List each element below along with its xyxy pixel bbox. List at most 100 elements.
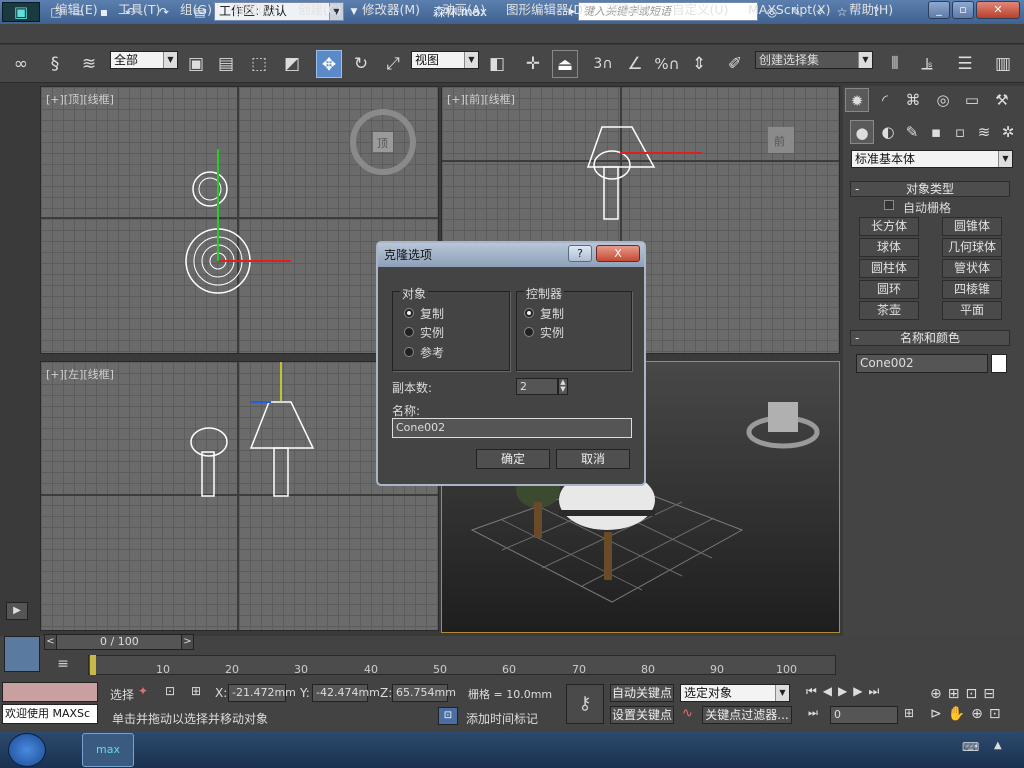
start-button[interactable] bbox=[8, 733, 46, 767]
key-mode-toggle-icon[interactable]: ⏭ bbox=[808, 706, 826, 724]
key-mode-select[interactable]: 选定对象 ▼ bbox=[680, 684, 790, 702]
helpers-icon[interactable]: ▫ bbox=[948, 120, 972, 144]
keyboard-icon[interactable]: ⌨ bbox=[962, 740, 980, 756]
align-icon[interactable]: ⫡ bbox=[914, 50, 940, 78]
play-right-icon[interactable]: ▶ bbox=[6, 602, 28, 620]
menu-animation[interactable]: 动画(A) bbox=[442, 2, 485, 18]
search-input[interactable]: 键入关键字或短语 bbox=[578, 2, 758, 21]
minimize-button[interactable]: _ bbox=[928, 1, 950, 19]
controller-copy-radio[interactable] bbox=[524, 308, 534, 318]
current-frame-field[interactable]: 0 bbox=[830, 706, 898, 724]
viewcube-top-label[interactable]: 顶 bbox=[377, 135, 388, 151]
geosphere-button[interactable]: 几何球体 bbox=[942, 238, 1002, 257]
menu-help[interactable]: 帮助(H) bbox=[849, 2, 893, 18]
keyboard-shortcut-override-icon[interactable]: ⏏ bbox=[552, 50, 578, 78]
restore-button[interactable]: ▫ bbox=[952, 1, 974, 19]
save-icon[interactable]: ▪ bbox=[96, 4, 112, 20]
dialog-help-button[interactable]: ? bbox=[568, 245, 592, 262]
create-tab-icon[interactable]: ✹ bbox=[845, 88, 869, 112]
menu-modifiers[interactable]: 修改器(M) bbox=[362, 2, 420, 18]
cameras-icon[interactable]: ▪ bbox=[924, 120, 948, 144]
sphere-button[interactable]: 球体 bbox=[859, 238, 919, 257]
viewport-navigation[interactable]: ⊕⊞⊡⊟ ⊳✋⊕⊡ bbox=[930, 684, 1020, 724]
taskbar-app-3dsmax[interactable]: max bbox=[82, 733, 134, 767]
menu-create[interactable]: 创建(C) bbox=[298, 2, 341, 18]
cone-button[interactable]: 圆锥体 bbox=[942, 217, 1002, 236]
selection-filter-select[interactable]: 全部 ▼ bbox=[110, 51, 178, 69]
systems-icon[interactable]: ✲ bbox=[996, 120, 1020, 144]
isolate-selection-icon[interactable]: ✦ bbox=[138, 684, 154, 700]
playback-controls[interactable]: ⏮◀▶▶⏭ bbox=[806, 684, 910, 702]
unlink-icon[interactable]: § bbox=[42, 50, 68, 78]
app-logo-button[interactable]: ▣ bbox=[2, 2, 40, 22]
maxscript-listener-pink[interactable] bbox=[2, 682, 98, 702]
menu-graph-editors[interactable]: 图形编辑器(D) bbox=[506, 2, 588, 18]
box-button[interactable]: 长方体 bbox=[859, 217, 919, 236]
time-tag-icon[interactable]: ⊡ bbox=[438, 707, 458, 725]
time-config-icon[interactable]: ⊞ bbox=[904, 706, 920, 724]
space-warps-icon[interactable]: ≋ bbox=[972, 120, 996, 144]
cylinder-button[interactable]: 圆柱体 bbox=[859, 259, 919, 278]
rect-selection-region-icon[interactable]: ⬚ bbox=[246, 50, 272, 78]
geometry-icon[interactable]: ● bbox=[850, 120, 874, 144]
manipulate-icon[interactable]: ✛ bbox=[520, 50, 546, 78]
menu-edit[interactable]: 编辑(E) bbox=[55, 2, 98, 18]
copies-spinner[interactable]: 2 bbox=[516, 378, 558, 395]
plane-button[interactable]: 平面 bbox=[942, 301, 1002, 320]
time-slider[interactable]: < 0 / 100 > bbox=[44, 634, 194, 650]
bind-space-warp-icon[interactable]: ≋ bbox=[76, 50, 102, 78]
z-coordinate-field[interactable]: 65.754mm bbox=[392, 684, 456, 702]
select-and-move-icon[interactable]: ✥ bbox=[316, 50, 342, 78]
y-coordinate-field[interactable]: -42.474mm bbox=[312, 684, 380, 702]
select-by-name-icon[interactable]: ▤ bbox=[213, 50, 239, 78]
utilities-tab-icon[interactable]: ⚒ bbox=[990, 88, 1014, 112]
object-category-select[interactable]: 标准基本体 ▼ bbox=[851, 150, 1013, 168]
menu-maxscript[interactable]: MAXScript(X) bbox=[748, 2, 830, 18]
graphite-tools-icon[interactable]: ▥ bbox=[990, 50, 1016, 78]
mirror-icon[interactable]: ⫴ bbox=[882, 50, 908, 78]
dialog-close-button[interactable]: X bbox=[596, 245, 640, 262]
angle-snap-icon[interactable]: ∠ bbox=[622, 50, 648, 78]
torus-button[interactable]: 圆环 bbox=[859, 280, 919, 299]
key-filters-button[interactable]: 关键点过滤器... bbox=[702, 706, 792, 724]
select-and-scale-icon[interactable]: ⤢ bbox=[380, 50, 406, 78]
add-time-tag-button[interactable]: 添加时间标记 bbox=[466, 710, 538, 727]
auto-grid-checkbox[interactable] bbox=[884, 200, 894, 210]
pyramid-button[interactable]: 四棱锥 bbox=[942, 280, 1002, 299]
menu-tools[interactable]: 工具(T) bbox=[118, 2, 160, 18]
chevron-right-icon[interactable]: > bbox=[181, 635, 193, 649]
clone-name-input[interactable]: Cone002 bbox=[392, 418, 632, 438]
curve-editor-icon[interactable]: ≡ bbox=[52, 656, 74, 674]
pivot-center-icon[interactable]: ◧ bbox=[484, 50, 510, 78]
hierarchy-tab-icon[interactable]: ⌘ bbox=[901, 88, 925, 112]
object-name-field[interactable]: Cone002 bbox=[856, 354, 988, 373]
x-coordinate-field[interactable]: -21.472mm bbox=[228, 684, 296, 702]
object-color-swatch[interactable] bbox=[991, 354, 1007, 373]
ok-button[interactable]: 确定 bbox=[476, 449, 550, 469]
set-key-button[interactable]: 设置关键点 bbox=[610, 706, 674, 724]
select-object-icon[interactable]: ▣ bbox=[183, 50, 209, 78]
rollout-object-type-header[interactable]: - 对象类型 bbox=[850, 181, 1010, 197]
show-hidden-icons[interactable]: ▲ bbox=[994, 740, 1012, 756]
lights-icon[interactable]: ✎ bbox=[900, 120, 924, 144]
object-reference-radio[interactable] bbox=[404, 347, 414, 357]
object-copy-radio[interactable] bbox=[404, 308, 414, 318]
layer-manager-icon[interactable]: ☰ bbox=[952, 50, 978, 78]
key-icon[interactable]: ⚷ bbox=[566, 684, 604, 724]
edit-named-selection-icon[interactable]: ✐ bbox=[722, 50, 748, 78]
motion-tab-icon[interactable]: ◎ bbox=[931, 88, 955, 112]
absolute-mode-icon[interactable]: ⊞ bbox=[191, 684, 207, 700]
viewport-layout-icon[interactable] bbox=[4, 636, 40, 672]
display-tab-icon[interactable]: ▭ bbox=[960, 88, 984, 112]
link-icon[interactable]: ∞ bbox=[8, 50, 34, 78]
timeline-current-marker[interactable] bbox=[90, 655, 96, 675]
menu-group[interactable]: 组(G) bbox=[180, 2, 212, 18]
maxscript-mini-listener[interactable]: 欢迎使用 MAXSc bbox=[2, 704, 98, 724]
controller-instance-radio[interactable] bbox=[524, 327, 534, 337]
percent-snap-icon[interactable]: %∩ bbox=[654, 50, 680, 78]
named-selection-set-select[interactable]: 创建选择集 ▼ bbox=[755, 51, 873, 69]
viewcube-front-label[interactable]: 前 bbox=[774, 133, 785, 149]
shapes-icon[interactable]: ◐ bbox=[876, 120, 900, 144]
menu-views[interactable]: 视图(V) bbox=[233, 2, 276, 18]
cancel-button[interactable]: 取消 bbox=[556, 449, 630, 469]
